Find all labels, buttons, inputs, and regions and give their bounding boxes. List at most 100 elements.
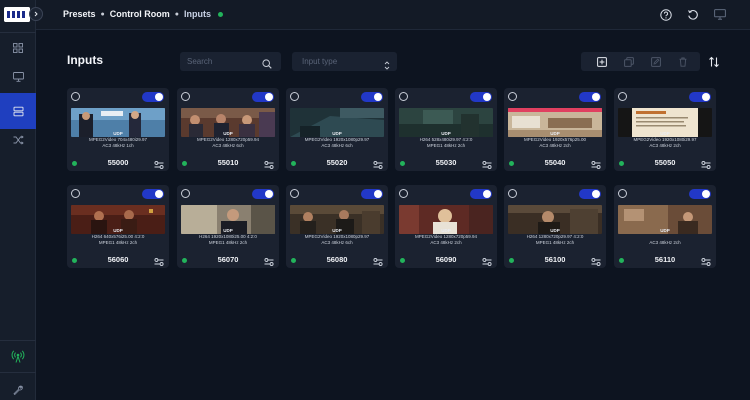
settings-button[interactable] (701, 157, 711, 175)
breadcrumb-separator: ● (174, 10, 179, 18)
refresh-button[interactable] (686, 8, 699, 21)
input-card[interactable]: UDP MPEG2Video 704x480i29.97 AC3 48kHz 1… (67, 88, 169, 171)
sidebar-item-routing[interactable] (0, 122, 36, 158)
enable-toggle[interactable] (470, 189, 492, 199)
sliders-icon (154, 258, 164, 266)
input-type-placeholder: Input type (302, 57, 338, 66)
duplicate-input-button[interactable] (622, 55, 635, 68)
input-card[interactable]: UDP MPEG2Video 1920x1080i29.97 AC3 48kHz… (614, 88, 716, 171)
edit-input-button[interactable] (649, 55, 662, 68)
select-checkbox[interactable] (399, 92, 408, 101)
top-bar: Presets ● Control Room ● Inputs (36, 0, 750, 30)
input-audio-format: MPEG1 48kHz 2ch (535, 240, 575, 245)
select-checkbox[interactable] (290, 189, 299, 198)
settings-button[interactable] (154, 254, 164, 272)
live-status-dot (218, 11, 223, 17)
enable-toggle[interactable] (252, 92, 274, 102)
enable-toggle[interactable] (579, 189, 601, 199)
input-card[interactable]: UDP H264 1280x720p29.97 4:2:0 MPEG1 48kH… (504, 185, 606, 268)
input-protocol: UDP (441, 228, 451, 233)
enable-toggle[interactable] (470, 92, 492, 102)
settings-button[interactable] (264, 254, 274, 272)
input-card[interactable]: UDP H264 640x576i25.00 4:2:0 MPEG1 48kHz… (67, 185, 169, 268)
sliders-icon (373, 258, 383, 266)
input-card[interactable]: UDP MPEG2Video 1920x576p25.00 AC3 48kHz … (504, 88, 606, 171)
select-checkbox[interactable] (290, 92, 299, 101)
sidebar-expand-button[interactable] (29, 7, 43, 21)
edit-icon (650, 56, 661, 67)
enable-toggle[interactable] (689, 92, 711, 102)
breadcrumb-item-control-room[interactable]: Control Room (110, 9, 170, 19)
enable-toggle[interactable] (361, 92, 383, 102)
toolbar (581, 52, 700, 71)
input-audio-format: MPEG1 48kHz 2ch (208, 240, 248, 245)
input-protocol: UDP (660, 131, 670, 136)
settings-button[interactable] (154, 157, 164, 175)
enable-toggle[interactable] (689, 189, 711, 199)
select-checkbox[interactable] (618, 189, 627, 198)
settings-button[interactable] (482, 157, 492, 175)
add-icon (596, 56, 607, 67)
select-checkbox[interactable] (181, 92, 190, 101)
delete-input-button[interactable] (676, 55, 689, 68)
settings-button[interactable] (264, 157, 274, 175)
enable-toggle[interactable] (361, 189, 383, 199)
select-checkbox[interactable] (181, 189, 190, 198)
input-protocol: UDP (332, 131, 342, 136)
sort-icon (709, 56, 719, 68)
input-audio-format: AC3 48kHz 6ch (321, 240, 353, 245)
input-card[interactable]: UDP H264 528x480i29.97 4:2:0 MPEG1 48kHz… (395, 88, 497, 171)
input-card[interactable]: UDP H264 1920x1080i25.00 4:2:0 MPEG1 48k… (177, 185, 279, 268)
enable-toggle[interactable] (579, 92, 601, 102)
settings-button[interactable] (373, 254, 383, 272)
input-card[interactable]: UDP MPEG2Video 1920x1080p29.97 AC3 48kHz… (286, 88, 388, 171)
enable-toggle[interactable] (142, 92, 164, 102)
input-audio-format: AC3 48kHz 2ch (649, 143, 681, 148)
input-audio-format: MPEG1 48kHz 2ch (426, 143, 466, 148)
layers-icon (13, 106, 23, 116)
input-card[interactable]: UDP AC3 48kHz 2ch 56110 (614, 185, 716, 268)
input-protocol: UDP (113, 131, 123, 136)
breadcrumb-item-presets[interactable]: Presets (63, 9, 96, 19)
input-protocol: UDP (550, 228, 560, 233)
input-type-select[interactable]: Input type (292, 52, 397, 71)
input-card[interactable]: UDP MPEG2Video 1280x720p59.94 AC3 48kHz … (395, 185, 497, 268)
settings-button[interactable] (482, 254, 492, 272)
input-video-format: H264 1920x1080i25.00 4:2:0 (199, 234, 257, 239)
select-checkbox[interactable] (399, 189, 408, 198)
sliders-icon (264, 161, 274, 169)
sidebar-item-outputs[interactable] (0, 59, 36, 95)
select-checkbox[interactable] (508, 189, 517, 198)
add-input-button[interactable] (595, 55, 608, 68)
select-checkbox[interactable] (508, 92, 517, 101)
select-checkbox[interactable] (71, 189, 80, 198)
wrench-icon (13, 385, 23, 395)
enable-toggle[interactable] (142, 189, 164, 199)
search-input[interactable] (187, 55, 257, 68)
sidebar-item-tools[interactable] (0, 372, 36, 400)
monitor-icon (12, 72, 24, 82)
input-audio-format: MPEG1 48kHz 2ch (98, 240, 138, 245)
delete-icon (679, 57, 686, 67)
input-video-format: MPEG2Video 704x480i29.97 (89, 137, 147, 142)
settings-button[interactable] (701, 254, 711, 272)
select-checkbox[interactable] (71, 92, 80, 101)
select-checkbox[interactable] (618, 92, 627, 101)
input-protocol: UDP (660, 228, 670, 233)
search-icon[interactable] (262, 56, 272, 74)
sliders-icon (264, 258, 274, 266)
help-button[interactable] (659, 8, 672, 21)
display-button[interactable] (713, 8, 726, 21)
sliders-icon (701, 161, 711, 169)
breadcrumb-separator: ● (100, 10, 105, 18)
sidebar-item-broadcast[interactable] (0, 338, 36, 374)
sort-button[interactable] (708, 55, 720, 73)
help-icon (659, 8, 672, 21)
settings-button[interactable] (373, 157, 383, 175)
settings-button[interactable] (591, 157, 601, 175)
input-card[interactable]: UDP MPEG2Video 1920x1080p29.97 AC3 48kHz… (286, 185, 388, 268)
settings-button[interactable] (591, 254, 601, 272)
input-card[interactable]: UDP MPEG2Video 1280x720p59.94 AC3 48kHz … (177, 88, 279, 171)
broadcast-icon (11, 349, 25, 363)
enable-toggle[interactable] (252, 189, 274, 199)
